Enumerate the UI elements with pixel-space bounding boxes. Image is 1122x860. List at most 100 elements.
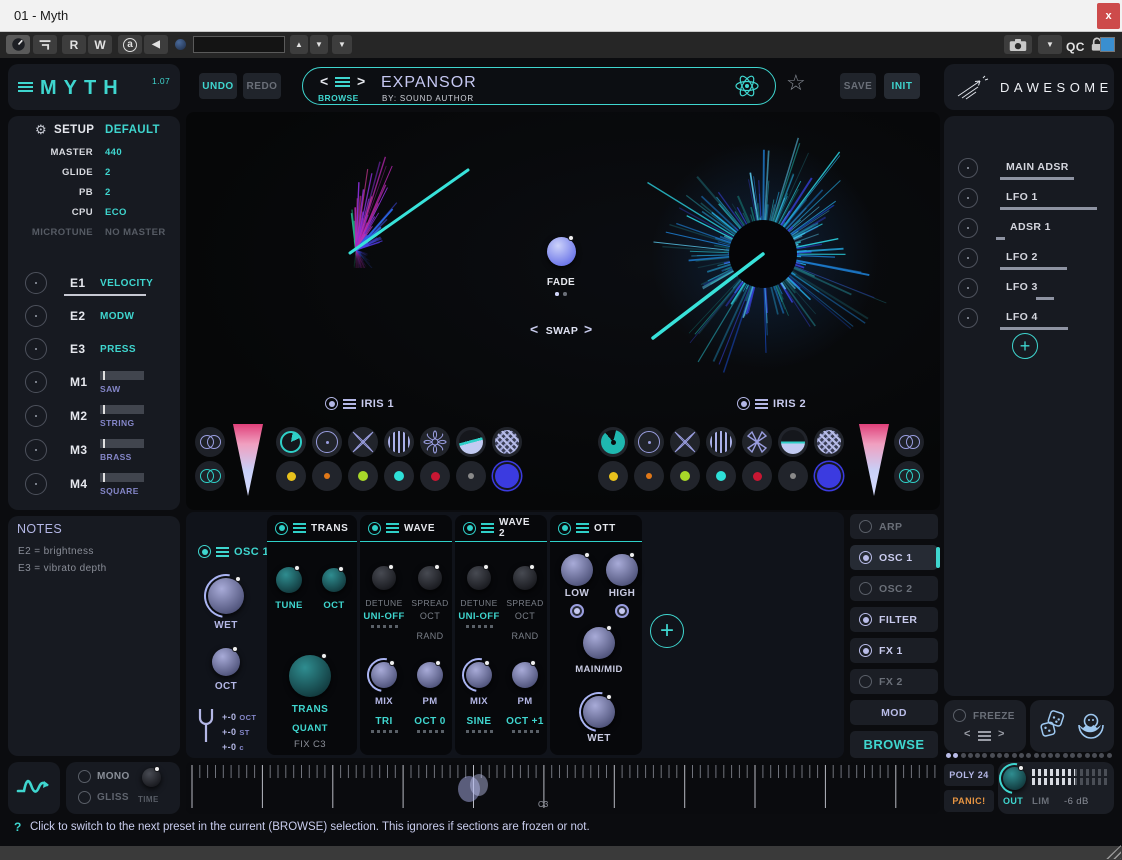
venn-cyan-icon[interactable] <box>195 461 225 491</box>
macro-slider-m1[interactable] <box>100 371 144 380</box>
setup-preset-value[interactable]: DEFAULT <box>105 124 160 136</box>
macro-knob-m2[interactable] <box>25 405 47 427</box>
stripes-icon[interactable] <box>706 427 736 457</box>
wave1-pm-knob[interactable] <box>417 662 443 688</box>
mono-radio[interactable] <box>78 770 91 783</box>
macro-knob-e2[interactable] <box>25 305 47 327</box>
tab-radio-icon[interactable] <box>859 644 872 657</box>
main-menu-icon[interactable] <box>18 82 33 92</box>
tab-radio-icon[interactable] <box>859 613 872 626</box>
preset-next-button[interactable]: ▼ <box>310 35 328 54</box>
mod-knob[interactable] <box>958 158 978 178</box>
trans-oct-knob[interactable] <box>322 568 346 592</box>
color-dot-6-icon[interactable] <box>456 461 486 491</box>
iris1-radio-icon[interactable] <box>325 397 338 410</box>
stripes-icon[interactable] <box>384 427 414 457</box>
module-menu-icon[interactable] <box>481 523 494 533</box>
gliss-radio[interactable] <box>78 791 91 804</box>
color-dot-7-icon[interactable] <box>814 461 844 491</box>
setting-value[interactable]: NO MASTER <box>105 227 166 238</box>
waveshape-panel[interactable] <box>8 762 60 814</box>
trans-quant-label[interactable]: QUANT <box>285 723 335 734</box>
save-button[interactable]: SAVE <box>840 73 876 99</box>
preset-pill[interactable]: < > BROWSE EXPANSOR BY: SOUND AUTHOR <box>302 67 776 105</box>
weave-icon[interactable] <box>814 427 844 457</box>
mod-knob[interactable] <box>958 278 978 298</box>
macro-value[interactable]: PRESS <box>100 344 136 355</box>
qc-label[interactable]: QC <box>1066 40 1085 54</box>
color-dot-5-icon[interactable] <box>420 461 450 491</box>
wave2-mix-knob[interactable] <box>466 662 492 688</box>
fade-knob[interactable] <box>547 237 576 266</box>
mod-knob[interactable] <box>958 218 978 238</box>
color-dot-2-icon[interactable] <box>634 461 664 491</box>
setting-value[interactable]: 2 <box>105 187 111 198</box>
freeze-menu-icon[interactable] <box>978 731 991 741</box>
iris2-menu-icon[interactable] <box>755 399 768 409</box>
tune-offset[interactable]: +-0 c <box>222 742 244 752</box>
init-button[interactable]: INIT <box>884 73 920 99</box>
color-dot-1-icon[interactable] <box>598 461 628 491</box>
mod-label[interactable]: MAIN ADSR <box>1006 161 1069 173</box>
wave2-oct-label[interactable]: OCT <box>503 611 547 621</box>
module-trans-header[interactable]: TRANS <box>267 515 357 542</box>
venn-purple-icon[interactable] <box>195 427 225 457</box>
mod-label[interactable]: LFO 2 <box>1006 251 1038 263</box>
osc1-menu-icon[interactable] <box>216 547 229 557</box>
color-dot-3-icon[interactable] <box>348 461 378 491</box>
swap-label[interactable]: SWAP <box>543 325 581 337</box>
ring-icon[interactable] <box>634 427 664 457</box>
tune-offset[interactable]: +-0 ST <box>222 727 250 737</box>
color-dot-7-icon[interactable] <box>492 461 522 491</box>
mod-label[interactable]: LFO 1 <box>1006 191 1038 203</box>
wave2-rand-label[interactable]: RAND <box>503 631 547 641</box>
freeze-radio-icon[interactable] <box>953 709 966 722</box>
preset-dropdown-button[interactable]: ▼ <box>332 35 352 54</box>
macro-knob-m3[interactable] <box>25 439 47 461</box>
wave1-unison-value[interactable]: UNI-OFF <box>360 611 408 622</box>
module-menu-icon[interactable] <box>386 523 399 533</box>
gear-icon[interactable]: ⚙ <box>35 122 47 138</box>
wave2-wavetable-value[interactable]: SINE <box>455 716 503 727</box>
power-button[interactable] <box>6 35 30 54</box>
module-ott-header[interactable]: OTT <box>550 515 642 542</box>
preset-prev-button[interactable]: ▲ <box>290 35 308 54</box>
ott-high-toggle[interactable] <box>615 604 629 618</box>
osc-wet-knob[interactable] <box>208 578 244 614</box>
wave1-spread-knob[interactable] <box>418 566 442 590</box>
macro-slider-m2[interactable] <box>100 405 144 414</box>
macro-knob-m1[interactable] <box>25 371 47 393</box>
mini-knob[interactable] <box>175 39 186 50</box>
dice-icon[interactable] <box>1038 710 1070 742</box>
osc1-radio-icon[interactable] <box>198 545 211 558</box>
weave-icon[interactable] <box>492 427 522 457</box>
ott-wet-knob[interactable] <box>583 696 615 728</box>
wave2-detune-knob[interactable] <box>467 566 491 590</box>
glide-time-knob[interactable] <box>142 768 161 787</box>
module-menu-icon[interactable] <box>293 523 306 533</box>
view-dropdown-button[interactable]: ▼ <box>1038 35 1062 54</box>
color-dot-1-icon[interactable] <box>276 461 306 491</box>
venn-purple-icon[interactable] <box>894 427 924 457</box>
wave1-oct-label[interactable]: OCT <box>408 611 452 621</box>
setting-value[interactable]: ECO <box>105 207 127 218</box>
tab-radio-icon[interactable] <box>859 675 872 688</box>
trans-fix-label[interactable]: FIX C3 <box>285 739 335 750</box>
poly-button[interactable]: POLY 24 <box>944 764 994 786</box>
mod-knob[interactable] <box>958 308 978 328</box>
tab-osc2[interactable]: OSC 2 <box>850 576 938 601</box>
mod-depth-bar[interactable] <box>996 237 1005 240</box>
freeze-next-icon[interactable]: > <box>998 728 1004 740</box>
limiter-value[interactable]: -6 dB <box>1064 796 1089 807</box>
freeze-panel[interactable]: FREEZE < > <box>944 700 1026 752</box>
hatch-egg-icon[interactable] <box>1076 711 1106 741</box>
tab-filter[interactable]: FILTER <box>850 607 938 632</box>
tab-osc1[interactable]: OSC 1 <box>850 545 938 570</box>
module-wave1-header[interactable]: WAVE <box>360 515 452 542</box>
color-dot-2-icon[interactable] <box>312 461 342 491</box>
pie-icon[interactable] <box>598 427 628 457</box>
macro-knob-m4[interactable] <box>25 473 47 495</box>
wave2-octave-value[interactable]: OCT +1 <box>501 716 549 727</box>
tab-radio-icon[interactable] <box>859 520 872 533</box>
trans-tune-knob[interactable] <box>276 567 302 593</box>
